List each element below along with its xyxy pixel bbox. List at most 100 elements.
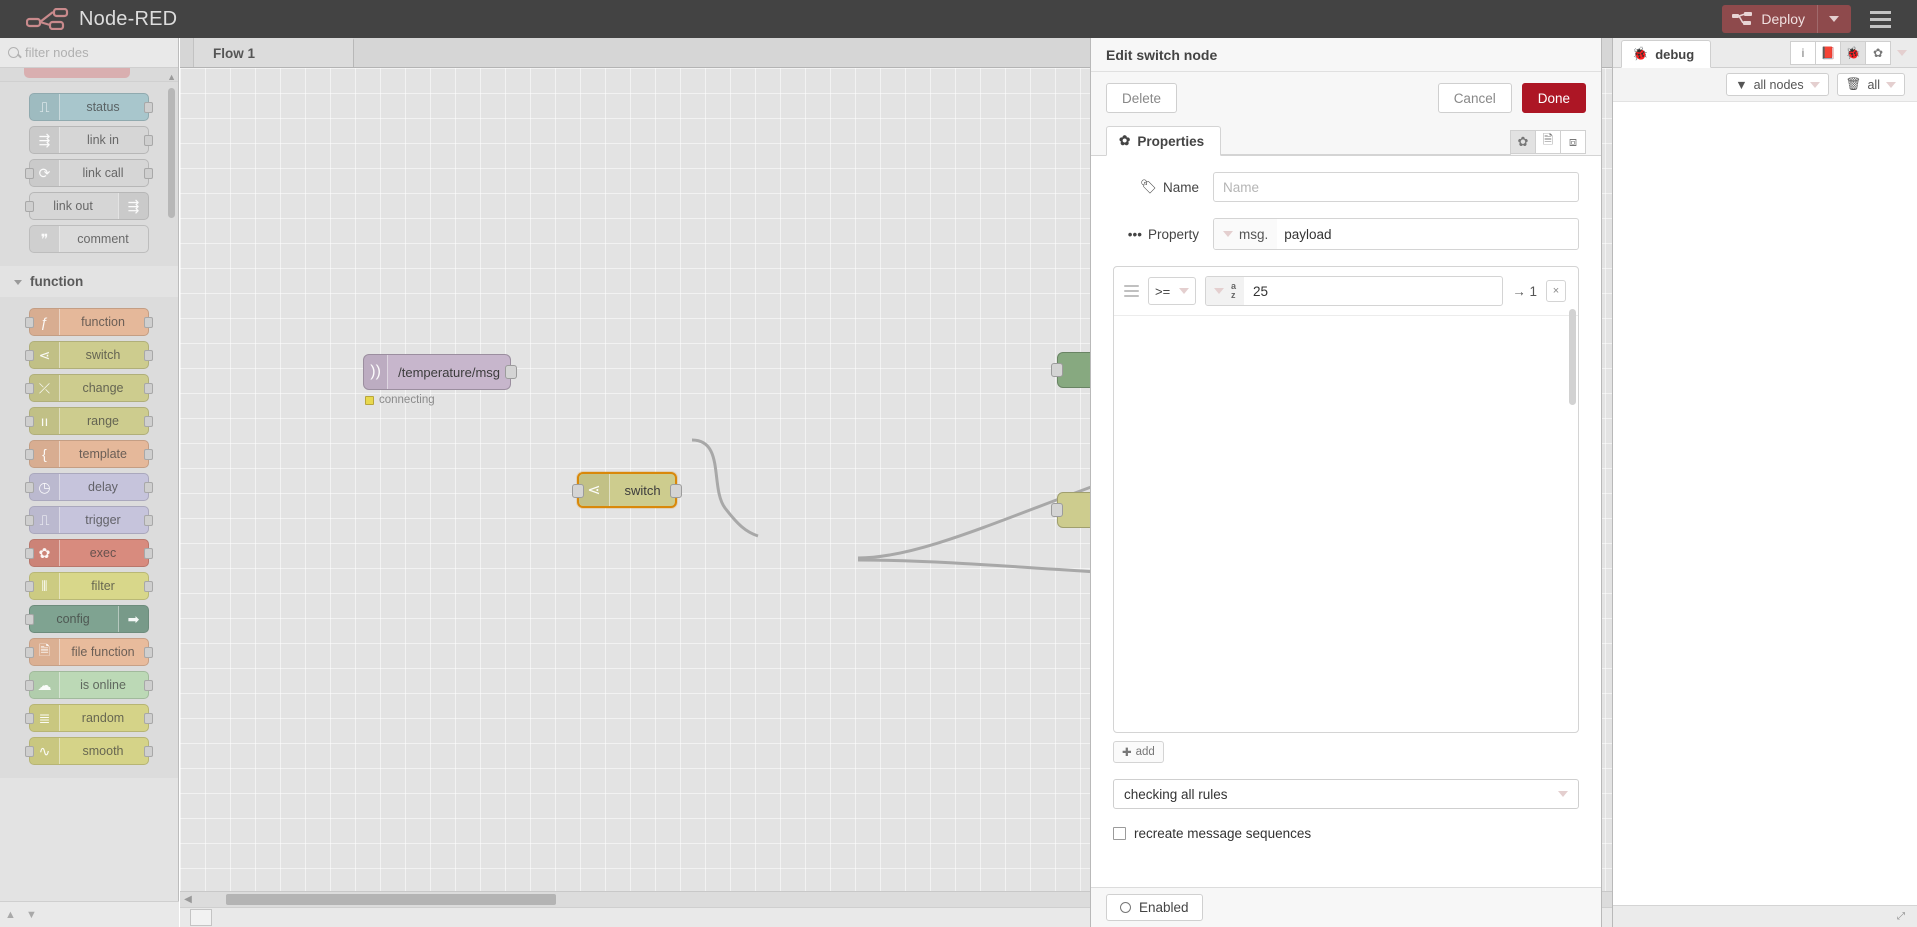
deploy-button[interactable]: Deploy <box>1722 5 1851 33</box>
palette-node-change[interactable]: ⤫ change <box>25 374 153 402</box>
palette-node-label: random <box>81 711 125 725</box>
palette-node-is-online[interactable]: ☁ is online <box>25 671 153 699</box>
cancel-button[interactable]: Cancel <box>1437 83 1512 113</box>
debug-bug-icon[interactable]: 🐞 <box>1840 41 1866 65</box>
property-typed-input[interactable]: msg. payload <box>1213 218 1579 250</box>
name-input[interactable]: Name <box>1213 172 1579 202</box>
debug-filter-label: all nodes <box>1753 77 1804 92</box>
add-rule-button[interactable]: ✚ add <box>1113 741 1164 763</box>
dialog-tabs: ✿ Properties ✿ 🗎 ⧈ <box>1091 124 1601 156</box>
scroll-up-icon[interactable]: ▲ <box>167 72 176 82</box>
palette-node-file-function[interactable]: 🗎 file function <box>25 638 153 666</box>
flow-node-output-port[interactable] <box>505 365 517 379</box>
rule-value-typedinput[interactable]: az 25 <box>1205 276 1504 306</box>
rule-row: >= az 25 → 1 × <box>1114 267 1578 316</box>
sidebar-more-menu[interactable] <box>1891 50 1913 56</box>
node-palette: filter nodes ▲ ⎍ status ⇶ link in ⟳ link call… <box>0 38 179 927</box>
property-value-input[interactable]: payload <box>1277 227 1331 242</box>
exec-icon: ✿ <box>30 540 60 566</box>
flow-node-input-port[interactable] <box>1051 503 1063 517</box>
check-mode-select[interactable]: checking all rules <box>1113 779 1579 809</box>
palette-node-port-in <box>25 168 34 179</box>
palette-node-port-out <box>144 680 153 691</box>
rules-scrollbar[interactable] <box>1569 309 1576 405</box>
funnel-icon: ▼ <box>1735 77 1748 92</box>
canvas-search-button[interactable] <box>190 909 212 926</box>
appearance-gear-icon[interactable]: ✿ <box>1510 130 1536 154</box>
palette-node-switch[interactable]: ⋖ switch <box>25 341 153 369</box>
palette-node-link-call[interactable]: ⟳ link call <box>25 159 153 187</box>
rule-output-index: → 1 <box>1512 283 1537 299</box>
trash-icon: 🗑 <box>1845 77 1862 91</box>
palette-scroll-area[interactable]: ▲ ⎍ status ⇶ link in ⟳ link call ⇶ link out ❞ com… <box>0 68 178 880</box>
palette-node-range[interactable]: ıı range <box>25 407 153 435</box>
app-header: Node-RED Deploy <box>0 0 1917 38</box>
palette-node-config[interactable]: ➡ config <box>25 605 149 633</box>
property-type-select[interactable]: msg. <box>1214 219 1278 249</box>
flow-tab-flow-1[interactable]: Flow 1 <box>194 38 354 67</box>
palette-node-comment[interactable]: ❞ comment <box>29 225 149 253</box>
palette-node-label: file function <box>71 645 135 659</box>
palette-node-random[interactable]: ≣ random <box>25 704 153 732</box>
node-appearance-icon[interactable]: ⧈ <box>1560 130 1586 154</box>
palette-node-port-in <box>25 317 34 328</box>
chevron-down-icon <box>1558 791 1568 797</box>
palette-node-port-in <box>25 482 34 493</box>
debug-filter-nodes-button[interactable]: ▼ all nodes <box>1726 73 1829 96</box>
palette-node-trigger[interactable]: ⎍ trigger <box>25 506 153 534</box>
palette-vertical-scrollbar[interactable] <box>168 88 175 218</box>
sidebar-tab-debug[interactable]: 🐞 debug <box>1621 40 1712 68</box>
palette-node-smooth[interactable]: ∿ smooth <box>25 737 153 765</box>
string-type-icon: az <box>1231 281 1237 300</box>
palette-node-template[interactable]: {template <box>25 440 153 468</box>
config-icon: ➡ <box>118 606 148 632</box>
main-menu-button[interactable] <box>1861 10 1899 28</box>
palette-node-exec[interactable]: ✿ exec <box>25 539 153 567</box>
flow-node-input-port[interactable] <box>1051 363 1063 377</box>
palette-node-port-in <box>25 647 34 658</box>
palette-node-function[interactable]: ƒ function <box>25 308 153 336</box>
rule-drag-handle[interactable] <box>1124 285 1139 297</box>
hscroll-thumb[interactable] <box>226 894 556 905</box>
tab-properties[interactable]: ✿ Properties <box>1106 126 1222 156</box>
palette-category-label: function <box>30 274 84 289</box>
recreate-sequences-checkbox[interactable] <box>1113 827 1126 840</box>
scroll-left-icon[interactable]: ◀ <box>180 894 196 905</box>
expand-all-icon[interactable]: ▼ <box>21 905 42 925</box>
delay-icon: ◷ <box>30 474 60 500</box>
flow-node-output-port[interactable] <box>670 484 682 498</box>
palette-node-label: smooth <box>82 744 124 758</box>
rule-value-input[interactable]: 25 <box>1244 284 1268 299</box>
help-book-icon[interactable]: 📕 <box>1815 41 1841 65</box>
flow-node-input-port[interactable] <box>572 484 584 498</box>
deploy-dropdown-toggle[interactable] <box>1817 5 1839 33</box>
palette-node-delay[interactable]: ◷ delay <box>25 473 153 501</box>
debug-message-list[interactable] <box>1613 102 1917 905</box>
palette-node-link-in[interactable]: ⇶ link in <box>29 126 153 154</box>
sidebar-tab-label: debug <box>1655 46 1695 62</box>
palette-node-filter[interactable]: ⫴ filter <box>25 572 153 600</box>
debug-clear-button[interactable]: 🗑 all <box>1836 73 1905 96</box>
link-out-icon: ⇶ <box>118 193 148 219</box>
palette-node-link-out[interactable]: ⇶ link out <box>25 192 149 220</box>
config-gear-icon[interactable]: ✿ <box>1865 41 1891 65</box>
status-icon: ⎍ <box>30 94 60 120</box>
info-icon[interactable]: i <box>1790 41 1816 65</box>
rule-delete-button[interactable]: × <box>1546 280 1566 302</box>
rule-value-type-select[interactable]: az <box>1206 277 1245 305</box>
done-button[interactable]: Done <box>1521 83 1586 113</box>
collapse-all-icon[interactable]: ▲ <box>0 905 21 925</box>
description-doc-icon[interactable]: 🗎 <box>1535 130 1561 154</box>
palette-category-function[interactable]: function <box>0 266 178 297</box>
expand-sidebar-icon[interactable]: ⤢ <box>1893 910 1909 924</box>
rule-operator-select[interactable]: >= <box>1148 277 1196 305</box>
enabled-toggle-button[interactable]: Enabled <box>1106 894 1203 921</box>
hamburger-icon <box>1869 24 1891 28</box>
name-row: 🏷 Name Name <box>1113 172 1579 202</box>
flow-node-switch[interactable]: ⋖ switch <box>572 472 682 508</box>
smooth-icon: ∿ <box>30 738 60 764</box>
flow-node-mqtt-in[interactable]: )) /temperature/msg <box>363 354 517 390</box>
delete-button[interactable]: Delete <box>1106 83 1178 113</box>
palette-search[interactable]: filter nodes <box>0 38 178 68</box>
palette-node-status[interactable]: ⎍ status <box>29 93 153 121</box>
